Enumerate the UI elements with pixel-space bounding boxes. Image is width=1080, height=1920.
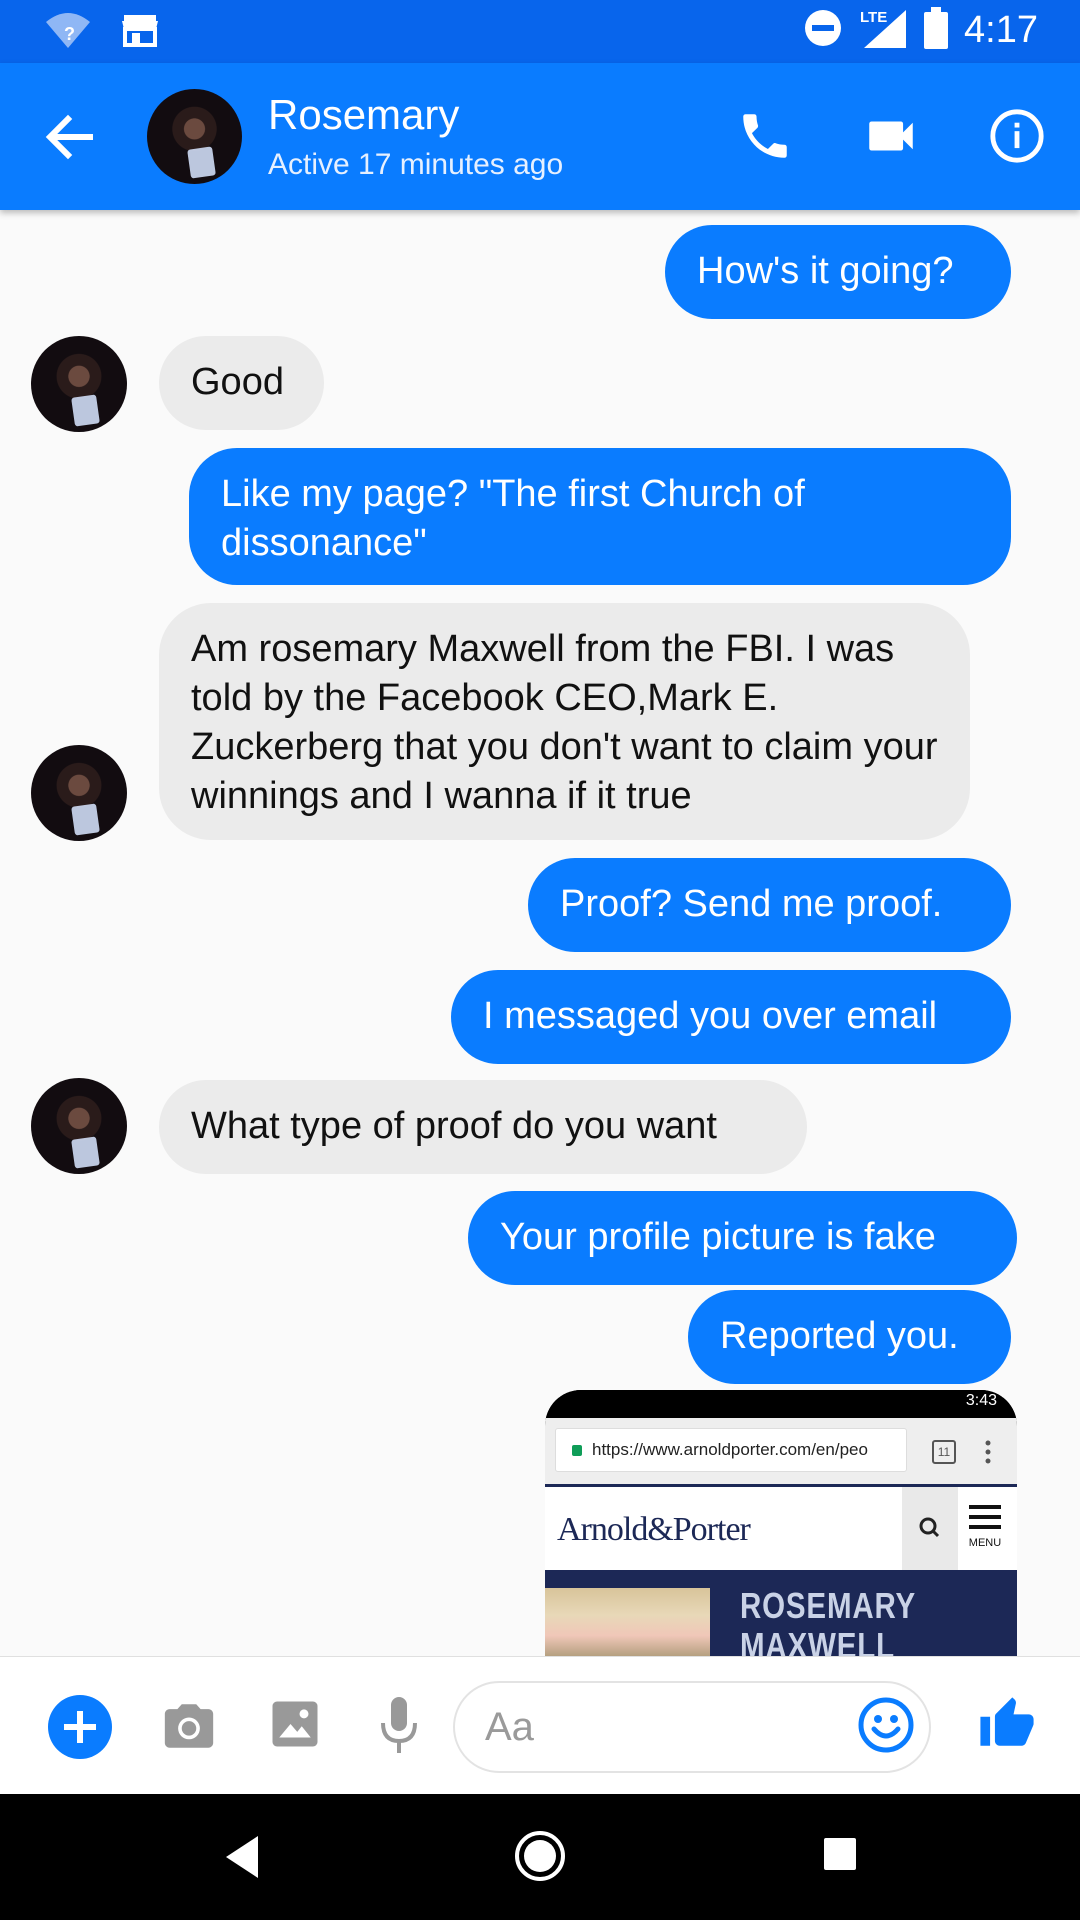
incoming-message[interactable]: Good	[159, 336, 324, 430]
more-actions-button[interactable]	[48, 1695, 112, 1759]
tabs-icon: 11	[932, 1440, 956, 1464]
voice-message-button[interactable]	[376, 1695, 422, 1757]
site-search	[902, 1487, 958, 1570]
outgoing-message[interactable]: How's it going?	[665, 225, 1011, 319]
back-arrow-icon	[45, 114, 93, 160]
emoji-button[interactable]	[858, 1697, 914, 1753]
profile-name: ROSEMARY MAXWELL	[740, 1585, 916, 1657]
attachment-url-text: https://www.arnoldporter.com/en/peo	[592, 1440, 868, 1459]
sender-avatar[interactable]	[31, 745, 127, 841]
svg-text:LTE: LTE	[860, 9, 887, 26]
battery-icon	[924, 7, 949, 54]
wifi-unknown-icon: ?	[44, 10, 92, 55]
camera-button[interactable]	[160, 1697, 218, 1755]
system-home-button[interactable]	[514, 1830, 566, 1882]
outgoing-message[interactable]: Your profile picture is fake	[468, 1191, 1017, 1285]
triangle-back-icon	[226, 1836, 258, 1878]
outgoing-message[interactable]: Proof? Send me proof.	[528, 858, 1011, 952]
video-call-button[interactable]	[862, 107, 920, 165]
contact-name[interactable]: Rosemary	[268, 91, 459, 139]
contact-active-status: Active 17 minutes ago	[268, 148, 564, 181]
attachment-url: https://www.arnoldporter.com/en/peo	[555, 1428, 907, 1472]
attachment-site-header: Arnold&Porter MENU	[545, 1484, 1017, 1570]
video-camera-icon	[869, 121, 913, 151]
status-bar: ? LTE 4:17	[0, 0, 1080, 63]
incoming-message[interactable]: Am rosemary Maxwell from the FBI. I was …	[159, 603, 970, 840]
profile-photo	[545, 1588, 710, 1656]
camera-icon	[164, 1704, 214, 1748]
conversation-info-button[interactable]	[988, 107, 1046, 165]
conversation-header: Rosemary Active 17 minutes ago	[0, 63, 1080, 210]
info-icon	[990, 109, 1044, 163]
gallery-button[interactable]	[268, 1697, 322, 1751]
attachment-time: 3:43	[965, 1392, 997, 1409]
system-back-button[interactable]	[222, 1832, 262, 1882]
contact-avatar[interactable]	[147, 89, 242, 184]
thumbs-up-icon	[980, 1697, 1034, 1746]
do-not-disturb-icon	[804, 9, 842, 52]
attachment-profile-banner: ROSEMARY MAXWELL	[545, 1570, 1017, 1656]
square-recents-icon	[824, 1838, 856, 1870]
lte-signal-icon: LTE	[858, 6, 908, 55]
message-composer	[0, 1656, 1080, 1795]
store-icon	[122, 13, 158, 52]
hamburger-menu-icon	[969, 1505, 1001, 1529]
incoming-message[interactable]: What type of proof do you want	[159, 1080, 807, 1174]
site-logo: Arnold&Porter	[557, 1511, 751, 1548]
site-menu: MENU	[963, 1503, 1007, 1555]
sender-avatar[interactable]	[31, 1078, 127, 1174]
back-button[interactable]	[42, 109, 98, 165]
outgoing-message[interactable]: Like my page? "The first Church of disso…	[189, 448, 1011, 585]
microphone-icon	[381, 1697, 417, 1753]
circle-home-icon	[515, 1831, 565, 1881]
phone-icon	[743, 114, 787, 158]
svg-text:?: ?	[64, 24, 75, 44]
system-navigation-bar	[0, 1794, 1080, 1920]
image-icon	[272, 1701, 318, 1747]
smiley-icon	[858, 1697, 914, 1753]
search-icon	[919, 1517, 940, 1538]
attachment-url-bar: https://www.arnoldporter.com/en/peo 11	[545, 1418, 1017, 1484]
menu-label: MENU	[968, 1537, 1002, 1549]
messenger-screen: ? LTE 4:17 Rosemary Active 17 minutes ag…	[0, 0, 1080, 1920]
like-button[interactable]	[978, 1693, 1036, 1755]
system-recents-button[interactable]	[822, 1836, 858, 1872]
attachment-status-bar: 3:43	[545, 1390, 1017, 1418]
outgoing-message[interactable]: I messaged you over email	[451, 970, 1011, 1064]
outgoing-message[interactable]: Reported you.	[688, 1290, 1011, 1384]
status-time: 4:17	[964, 9, 1038, 51]
plus-icon	[48, 1695, 112, 1759]
voice-call-button[interactable]	[736, 107, 794, 165]
kebab-menu-icon	[985, 1440, 991, 1464]
sender-avatar[interactable]	[31, 336, 127, 432]
image-attachment[interactable]: 3:43 https://www.arnoldporter.com/en/peo…	[545, 1390, 1017, 1656]
lock-icon	[572, 1445, 582, 1456]
